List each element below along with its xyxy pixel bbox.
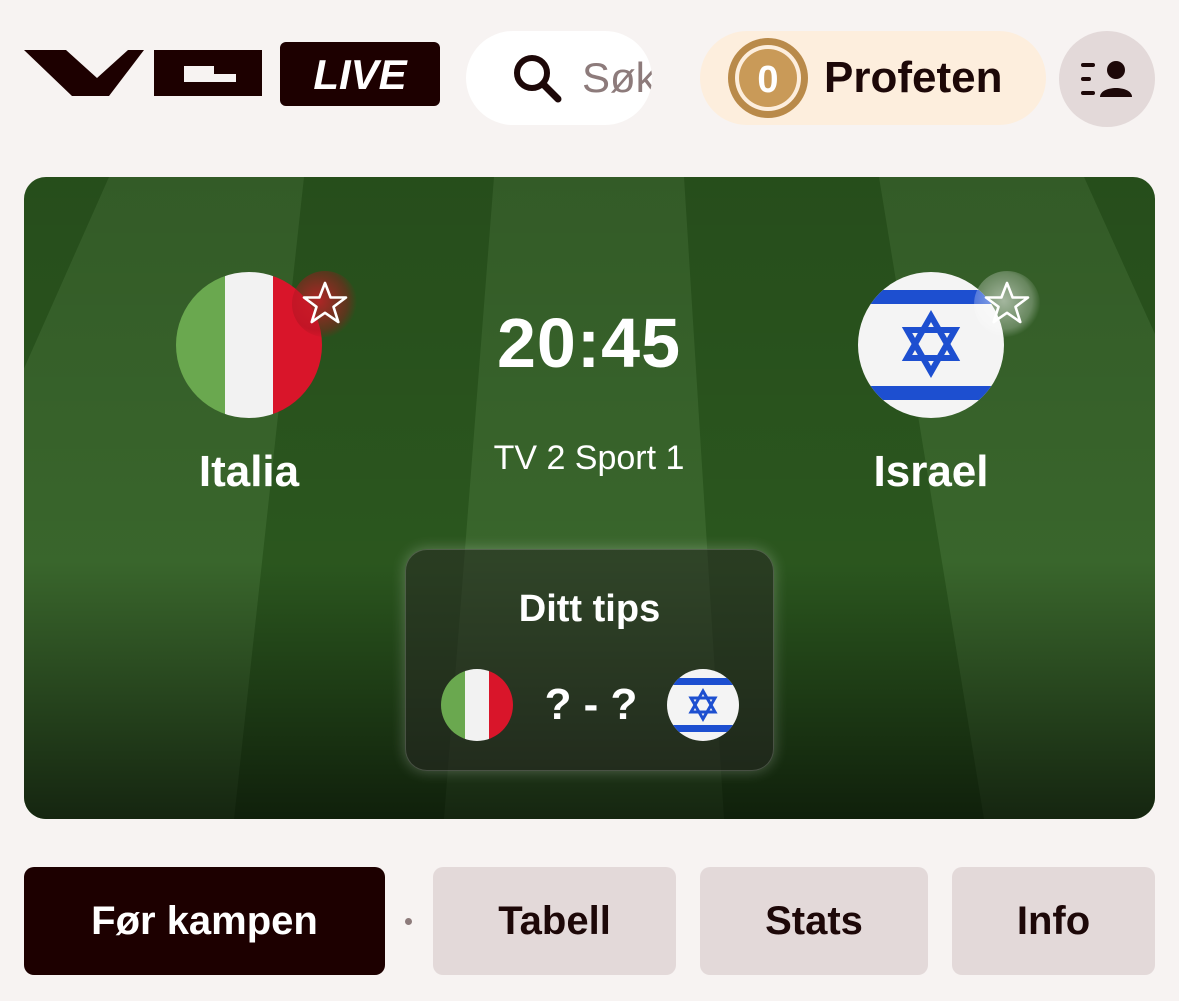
tv-channel: TV 2 Sport 1 bbox=[493, 439, 685, 477]
tab-tabell[interactable]: Tabell bbox=[433, 867, 676, 975]
search-field[interactable]: Søk bbox=[466, 31, 652, 125]
coin-count: 0 bbox=[757, 59, 778, 101]
search-placeholder: Søk bbox=[582, 54, 652, 101]
kickoff-time: 20:45 bbox=[496, 304, 682, 382]
coin-icon: 0 bbox=[728, 38, 808, 118]
italy-flag-icon bbox=[441, 669, 513, 741]
search-icon bbox=[514, 55, 562, 103]
away-team-name: Israel bbox=[873, 447, 989, 496]
tab-info[interactable]: Info bbox=[952, 867, 1155, 975]
prediction-box[interactable]: Ditt tips ? - ? bbox=[405, 549, 774, 771]
israel-flag-icon bbox=[667, 669, 739, 741]
profeten-button[interactable]: 0 Profeten bbox=[700, 31, 1046, 125]
tab-for-kampen[interactable]: Før kampen bbox=[24, 867, 385, 975]
live-logo-text: LIVE bbox=[313, 51, 408, 98]
tab-separator-dot bbox=[405, 918, 412, 925]
prediction-title: Ditt tips bbox=[518, 588, 661, 630]
favorite-star-icon[interactable] bbox=[292, 271, 358, 337]
top-header: LIVE Søk 0 Profeten bbox=[0, 0, 1179, 160]
tab-stats[interactable]: Stats bbox=[700, 867, 928, 975]
profile-list-icon bbox=[1081, 61, 1132, 97]
match-card[interactable]: Italia 20:45 TV 2 Sport 1 Israel Ditt ti… bbox=[24, 177, 1155, 819]
profeten-label: Profeten bbox=[824, 53, 1003, 102]
prediction-score: ? - ? bbox=[544, 680, 638, 729]
favorite-star-icon[interactable] bbox=[974, 271, 1040, 337]
home-team-name: Italia bbox=[198, 447, 300, 496]
profile-button[interactable] bbox=[1059, 31, 1155, 127]
vg-live-logo[interactable]: LIVE bbox=[24, 40, 444, 106]
